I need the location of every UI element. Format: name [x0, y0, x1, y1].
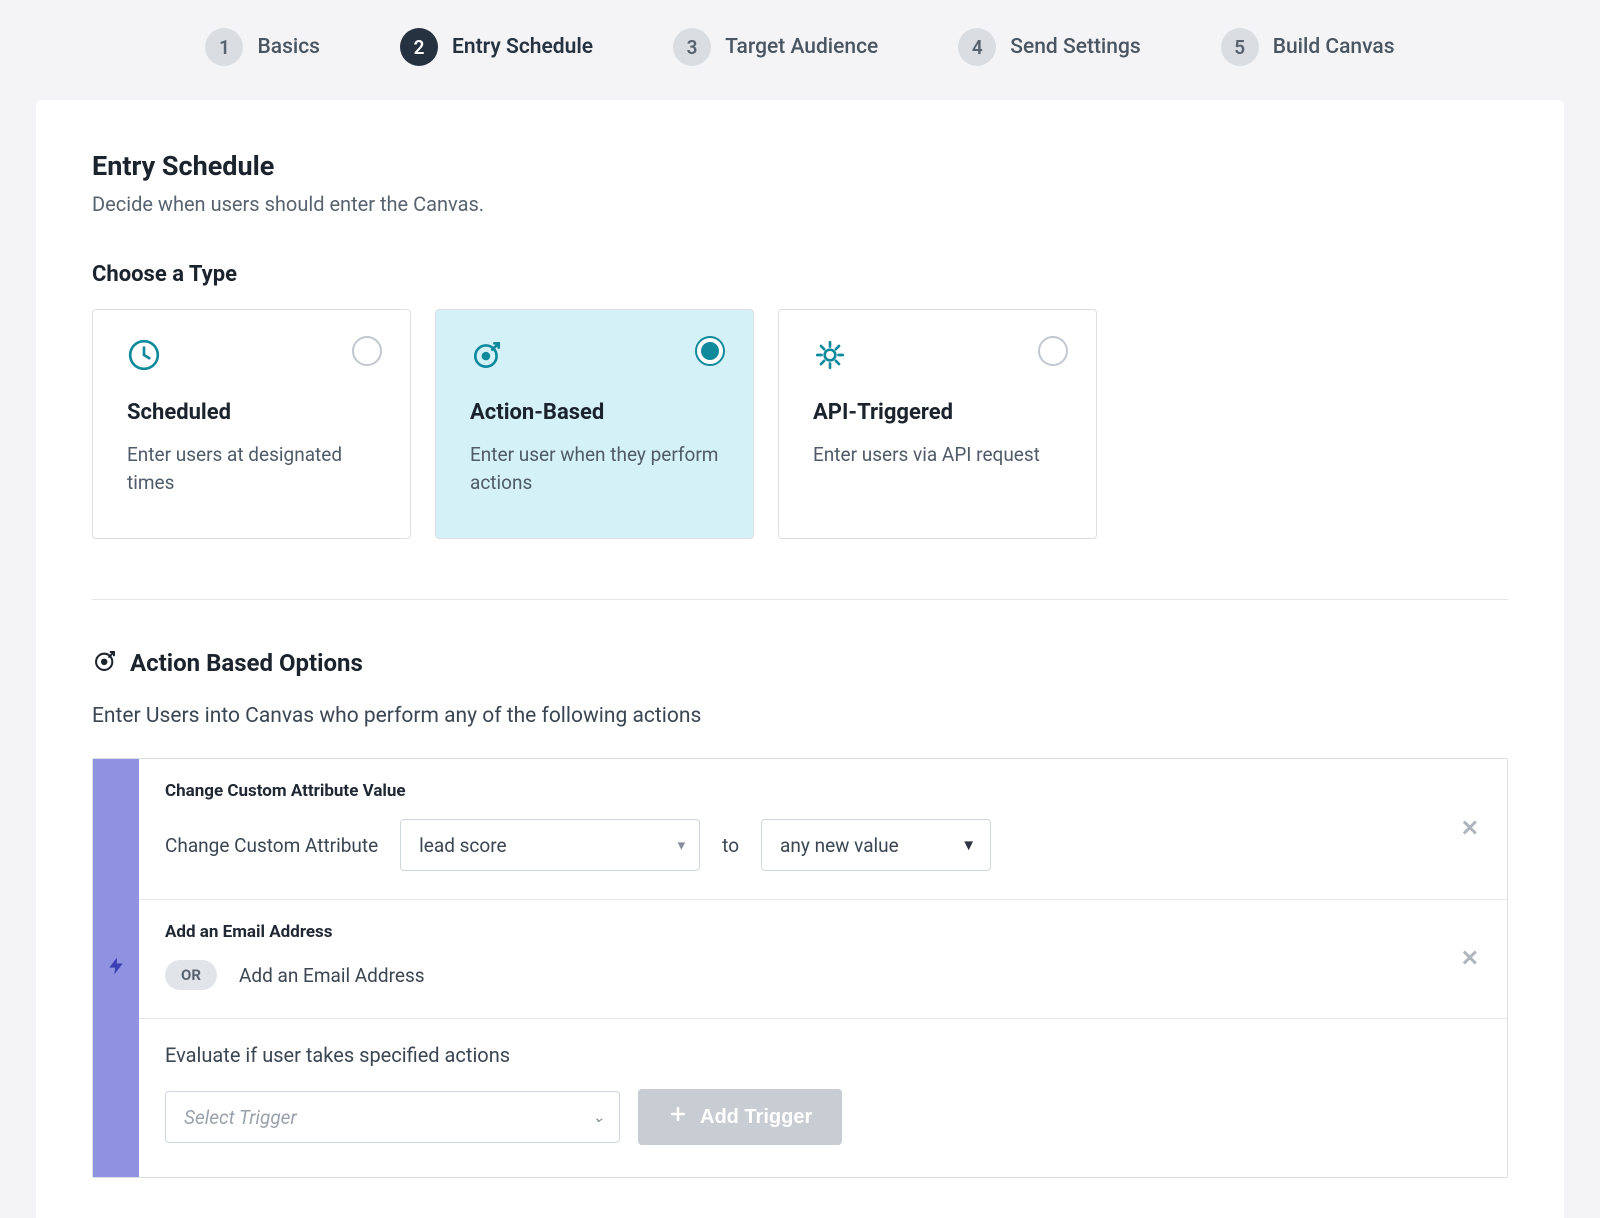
evaluate-row: Evaluate if user takes specified actions… — [139, 1019, 1507, 1177]
type-card-scheduled[interactable]: Scheduled Enter users at designated time… — [92, 309, 411, 539]
type-card-action-based[interactable]: Action-Based Enter user when they perfor… — [435, 309, 754, 539]
step-label: Basics — [257, 35, 320, 59]
trigger-row-change-attribute: Change Custom Attribute Value Change Cus… — [139, 759, 1507, 900]
step-label: Send Settings — [1010, 35, 1140, 59]
step-number: 3 — [673, 28, 711, 66]
trigger-prefix-label: Change Custom Attribute — [165, 834, 378, 857]
chevron-down-icon: ▾ — [678, 836, 686, 854]
clock-icon — [127, 338, 161, 372]
action-based-header: Action Based Options — [92, 648, 1508, 678]
wizard-stepper: 1 Basics 2 Entry Schedule 3 Target Audie… — [0, 0, 1600, 100]
step-number: 5 — [1221, 28, 1259, 66]
type-card-desc: Enter user when they perform actions — [470, 441, 719, 496]
main-panel: Entry Schedule Decide when users should … — [36, 100, 1564, 1218]
type-card-api-triggered[interactable]: API-Triggered Enter users via API reques… — [778, 309, 1097, 539]
triggers-block: Change Custom Attribute Value Change Cus… — [92, 758, 1508, 1178]
triggers-rail — [93, 759, 139, 1177]
choose-a-type-heading: Choose a Type — [92, 262, 1508, 287]
triggers-body: Change Custom Attribute Value Change Cus… — [139, 759, 1507, 1177]
attribute-select-value: lead score — [419, 834, 506, 857]
target-icon — [92, 648, 118, 678]
add-trigger-button[interactable]: Add Trigger — [638, 1089, 842, 1145]
action-based-heading: Action Based Options — [130, 649, 363, 677]
radio-action-based[interactable] — [695, 336, 725, 366]
type-card-title: Action-Based — [470, 400, 719, 425]
step-entry-schedule[interactable]: 2 Entry Schedule — [400, 28, 593, 66]
step-target-audience[interactable]: 3 Target Audience — [673, 28, 878, 66]
chevron-down-icon: ⌄ — [592, 1108, 605, 1126]
trigger-desc: Add an Email Address — [239, 964, 425, 987]
step-number: 2 — [400, 28, 438, 66]
step-label: Target Audience — [725, 35, 878, 59]
select-trigger-placeholder: Select Trigger — [184, 1106, 297, 1129]
target-value-select[interactable]: any new value ▼ — [761, 819, 991, 871]
or-pill: OR — [165, 960, 217, 990]
type-card-desc: Enter users via API request — [813, 441, 1062, 469]
trigger-row-title: Add an Email Address — [165, 922, 1481, 942]
chevron-down-icon: ▼ — [961, 836, 976, 854]
trigger-row-title: Change Custom Attribute Value — [165, 781, 1481, 801]
page-title: Entry Schedule — [92, 150, 1508, 182]
trigger-joiner: to — [722, 834, 739, 857]
remove-trigger-button[interactable]: ✕ — [1461, 947, 1479, 972]
step-number: 1 — [205, 28, 243, 66]
type-card-desc: Enter users at designated times — [127, 441, 376, 496]
remove-trigger-button[interactable]: ✕ — [1461, 817, 1479, 842]
target-value-select-value: any new value — [780, 834, 899, 857]
radio-api-triggered[interactable] — [1038, 336, 1068, 366]
attribute-select[interactable]: lead score ▾ — [400, 819, 700, 871]
step-number: 4 — [958, 28, 996, 66]
radio-scheduled[interactable] — [352, 336, 382, 366]
action-based-subheading: Enter Users into Canvas who perform any … — [92, 704, 1508, 728]
add-trigger-label: Add Trigger — [700, 1106, 812, 1129]
step-send-settings[interactable]: 4 Send Settings — [958, 28, 1140, 66]
step-label: Entry Schedule — [452, 35, 593, 59]
evaluate-label: Evaluate if user takes specified actions — [165, 1043, 1481, 1067]
page-subtitle: Decide when users should enter the Canva… — [92, 192, 1508, 216]
type-card-title: Scheduled — [127, 400, 376, 425]
lightning-icon — [106, 956, 126, 980]
plus-icon — [668, 1104, 688, 1130]
type-cards: Scheduled Enter users at designated time… — [92, 309, 1508, 539]
divider — [92, 599, 1508, 600]
select-trigger[interactable]: Select Trigger ⌄ — [165, 1091, 620, 1143]
trigger-row-add-email: Add an Email Address OR Add an Email Add… — [139, 900, 1507, 1019]
step-build-canvas[interactable]: 5 Build Canvas — [1221, 28, 1395, 66]
step-basics[interactable]: 1 Basics — [205, 28, 320, 66]
step-label: Build Canvas — [1273, 35, 1395, 59]
gear-icon — [813, 338, 847, 372]
target-icon — [470, 338, 504, 372]
type-card-title: API-Triggered — [813, 400, 1062, 425]
